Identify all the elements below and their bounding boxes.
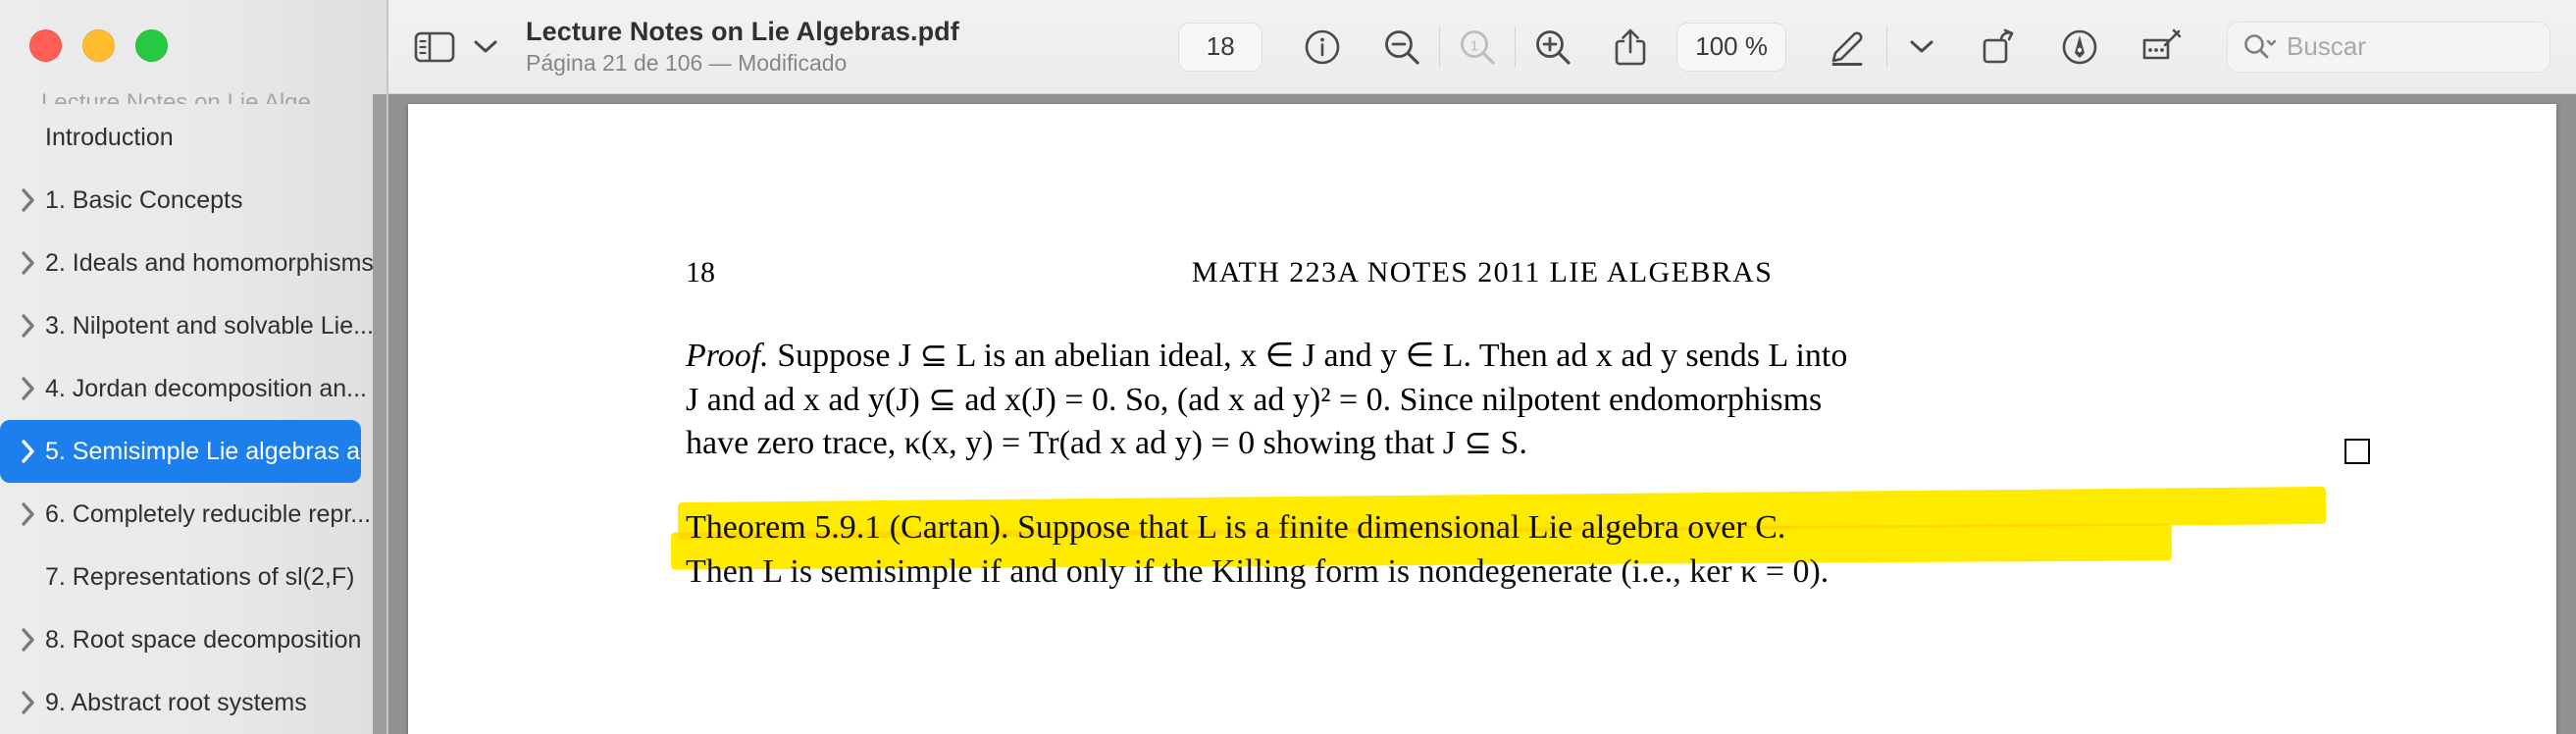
sidebar-item-label: 1. Basic Concepts (45, 185, 243, 214)
maximize-button[interactable] (135, 29, 168, 62)
zoom-level-input[interactable]: 100 % (1676, 22, 1786, 72)
sidebar-item-ideals-and-homomorphisms[interactable]: 2. Ideals and homomorphisms (0, 232, 388, 294)
chevron-right-icon[interactable] (12, 627, 45, 653)
main-area: Lecture Notes on Lie Algebras.pdf Página… (388, 0, 2576, 734)
sidebar-scrollbar[interactable] (373, 94, 386, 734)
proof-body: Proof. Suppose J ⊆ L is an abelian ideal… (686, 335, 2370, 466)
chevron-right-icon[interactable] (12, 313, 45, 339)
toolbar-left-group (414, 30, 502, 64)
pdf-viewer-window: Lecture Notes on Lie Alge... Introductio… (0, 0, 2576, 734)
proof-line-3: have zero trace, κ(x, y) = Tr(ad x ad y)… (686, 425, 1527, 462)
proof-line-2: J and ad x ad y(J) ⊆ ad x(J) = 0. So, (a… (686, 381, 1823, 418)
toolbar-separator (1886, 26, 1887, 68)
chevron-right-icon[interactable] (12, 376, 45, 401)
pdf-canvas[interactable]: 18 MATH 223A NOTES 2011 LIE ALGEBRAS Pro… (388, 94, 2576, 734)
window-traffic-lights (0, 0, 388, 62)
sidebar-item-introduction[interactable]: Introduction (0, 106, 388, 169)
sidebar-item-label: 6. Completely reducible repr... (45, 499, 372, 528)
proof-label: Proof. (686, 338, 769, 374)
search-field[interactable]: Buscar (2227, 21, 2550, 73)
sidebar-item-label: 2. Ideals and homomorphisms (45, 248, 374, 277)
toolbar: Lecture Notes on Lie Algebras.pdf Página… (388, 0, 2576, 94)
sidebar-item-label: 9. Abstract root systems (45, 688, 307, 716)
sidebar-item-label: Introduction (45, 123, 174, 151)
sidebar-item-label: 4. Jordan decomposition an... (45, 374, 367, 402)
running-head: MATH 223A NOTES 2011 LIE ALGEBRAS (1191, 256, 1774, 288)
chevron-right-icon[interactable] (12, 690, 45, 715)
markup-pen-icon[interactable] (1828, 27, 1869, 67)
zoom-in-icon[interactable] (1533, 27, 1572, 67)
rotate-left-icon[interactable] (1980, 28, 2019, 66)
signature-icon[interactable] (2140, 28, 2186, 66)
sidebar-item-jordan-decomposition[interactable]: 4. Jordan decomposition an... (0, 357, 388, 420)
sidebar-item-label: 3. Nilpotent and solvable Lie... (45, 311, 374, 340)
chevron-down-icon[interactable] (1905, 38, 1938, 55)
page-number-input[interactable]: 18 (1178, 22, 1263, 72)
sidebar: Lecture Notes on Lie Alge... Introductio… (0, 0, 388, 734)
document-title-block: Lecture Notes on Lie Algebras.pdf Página… (526, 17, 959, 78)
sidebar-item-nilpotent-and-solvable[interactable]: 3. Nilpotent and solvable Lie... (0, 294, 388, 357)
svg-text:1: 1 (1470, 37, 1478, 54)
sidebar-item-label: 7. Representations of sl(2,F) (45, 562, 355, 591)
chevron-right-icon[interactable] (12, 187, 45, 213)
chevron-right-icon[interactable] (12, 439, 45, 464)
sidebar-item-completely-reducible-repr[interactable]: 6. Completely reducible repr... (0, 483, 388, 546)
sidebar-item-basic-concepts[interactable]: 1. Basic Concepts (0, 169, 388, 232)
sidebar-item-label: 5. Semisimple Lie algebras a... (45, 437, 361, 465)
toolbar-right-group: 18 1 100 % Buscar (1178, 21, 2550, 73)
zoom-actual-size-icon[interactable]: 1 (1458, 27, 1497, 67)
sidebar-item-abstract-root-systems[interactable]: 9. Abstract root systems (0, 671, 388, 734)
proof-line-1: Suppose J ⊆ L is an abelian ideal, x ∈ J… (777, 338, 1848, 374)
search-icon[interactable] (2243, 32, 2277, 62)
close-button[interactable] (29, 29, 62, 62)
chevron-right-icon[interactable] (12, 501, 45, 527)
sidebar-toggle-icon[interactable] (414, 30, 455, 64)
sidebar-item-root-space-decomposition[interactable]: 8. Root space decomposition (0, 608, 388, 671)
sidebar-document-title: Lecture Notes on Lie Alge... (41, 89, 331, 104)
pdf-page: 18 MATH 223A NOTES 2011 LIE ALGEBRAS Pro… (408, 104, 2556, 734)
zoom-out-icon[interactable] (1382, 27, 1421, 67)
search-input[interactable]: Buscar (2287, 31, 2366, 62)
page-title: Lecture Notes on Lie Algebras.pdf (526, 16, 959, 46)
page-folio: 18 (686, 256, 715, 288)
minimize-button[interactable] (82, 29, 115, 62)
toolbar-separator (1439, 26, 1441, 68)
chevron-down-icon[interactable] (469, 38, 502, 55)
document-subtitle: Página 21 de 106 — Modificado (526, 49, 848, 76)
toolbar-separator (1515, 26, 1517, 68)
sidebar-item-semisimple-lie-algebras[interactable]: 5. Semisimple Lie algebras a... (0, 420, 361, 483)
sidebar-outline-list: Introduction 1. Basic Concepts 2. Ideals… (0, 106, 388, 734)
chevron-right-icon[interactable] (12, 250, 45, 276)
page-header: 18 MATH 223A NOTES 2011 LIE ALGEBRAS (408, 256, 2556, 289)
qed-symbol (2344, 438, 2370, 464)
info-icon[interactable] (1304, 28, 1341, 66)
sidebar-item-representations-of-sl2f[interactable]: 7. Representations of sl(2,F) (0, 546, 388, 608)
sidebar-item-label: 8. Root space decomposition (45, 625, 362, 654)
share-icon[interactable] (1614, 27, 1647, 67)
annotate-pen-circle-icon[interactable] (2060, 27, 2099, 67)
